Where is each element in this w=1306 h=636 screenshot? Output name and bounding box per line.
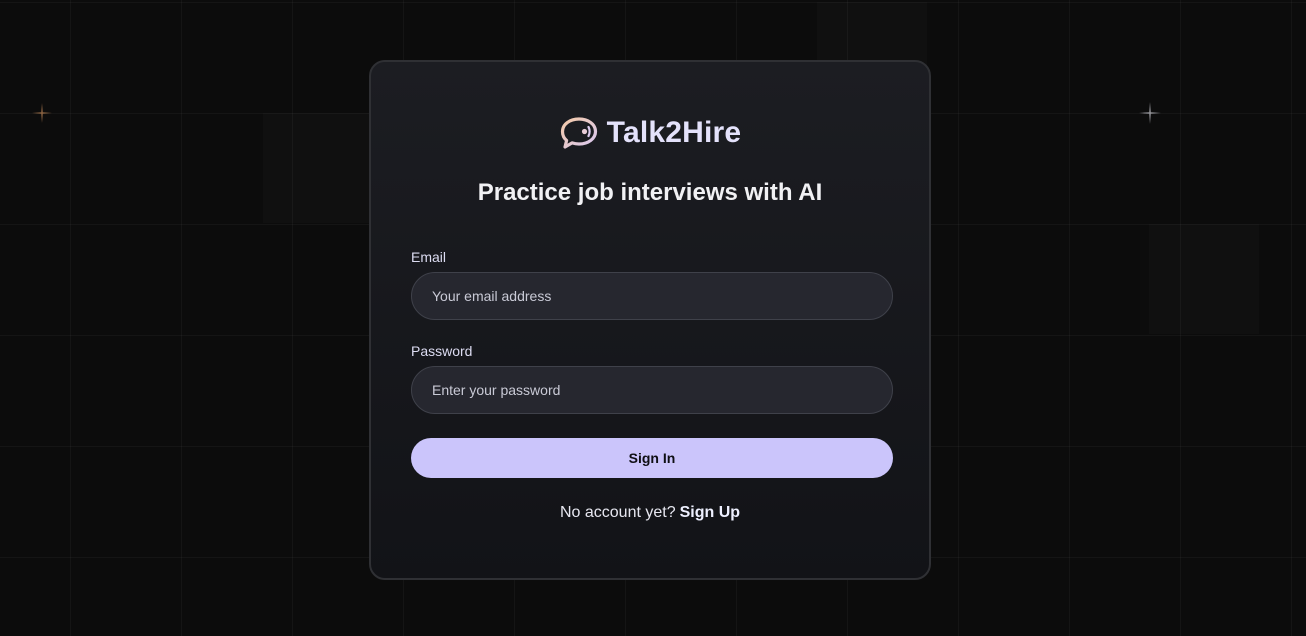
signup-prompt-text: No account yet?	[559, 504, 676, 521]
page-title: Practice job interviews with AI	[477, 179, 823, 206]
sign-in-button[interactable]: Sign In	[411, 438, 893, 478]
email-field[interactable]	[411, 272, 893, 320]
sparkle-icon	[32, 103, 52, 123]
login-card: Talk2Hire Practice job interviews with A…	[369, 60, 931, 580]
background-tile	[263, 113, 373, 223]
password-field[interactable]	[411, 366, 893, 414]
email-label: Email	[411, 249, 447, 265]
password-label: Password	[411, 343, 473, 359]
chat-bubble-icon	[560, 117, 597, 149]
brand-name: Talk2Hire	[606, 116, 742, 149]
background-tile	[1149, 224, 1259, 334]
signup-prompt: No account yet? Sign Up	[371, 504, 929, 522]
sparkle-icon	[1139, 102, 1161, 124]
sign-up-link[interactable]: Sign Up	[680, 504, 740, 521]
brand-header: Talk2Hire	[371, 116, 929, 150]
